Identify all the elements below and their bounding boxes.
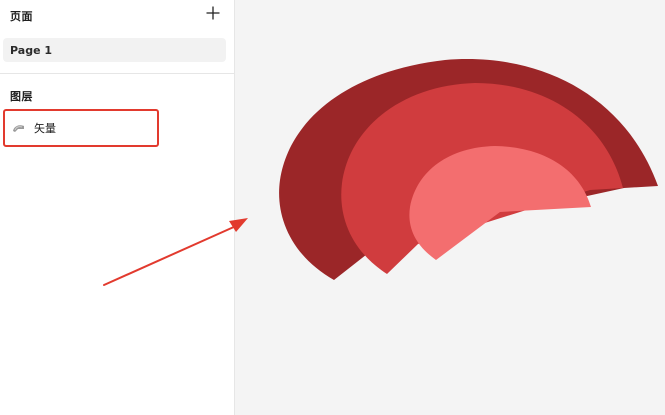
sidebar: 页面 Page 1 图层 矢量 — [0, 0, 235, 415]
page-item-page-1[interactable]: Page 1 — [3, 38, 226, 62]
design-canvas[interactable] — [235, 0, 665, 415]
panel-divider — [0, 73, 234, 74]
vector-artwork[interactable] — [235, 0, 665, 415]
pages-panel-title: 页面 — [10, 10, 33, 23]
layer-item-vector[interactable]: 矢量 — [3, 109, 159, 147]
vector-shape-icon — [12, 123, 26, 133]
layer-item-label: 矢量 — [34, 122, 56, 135]
layers-panel-title: 图层 — [10, 90, 33, 103]
page-item-label: Page 1 — [10, 43, 53, 57]
add-page-button[interactable] — [203, 3, 223, 23]
plus-icon — [206, 6, 220, 20]
